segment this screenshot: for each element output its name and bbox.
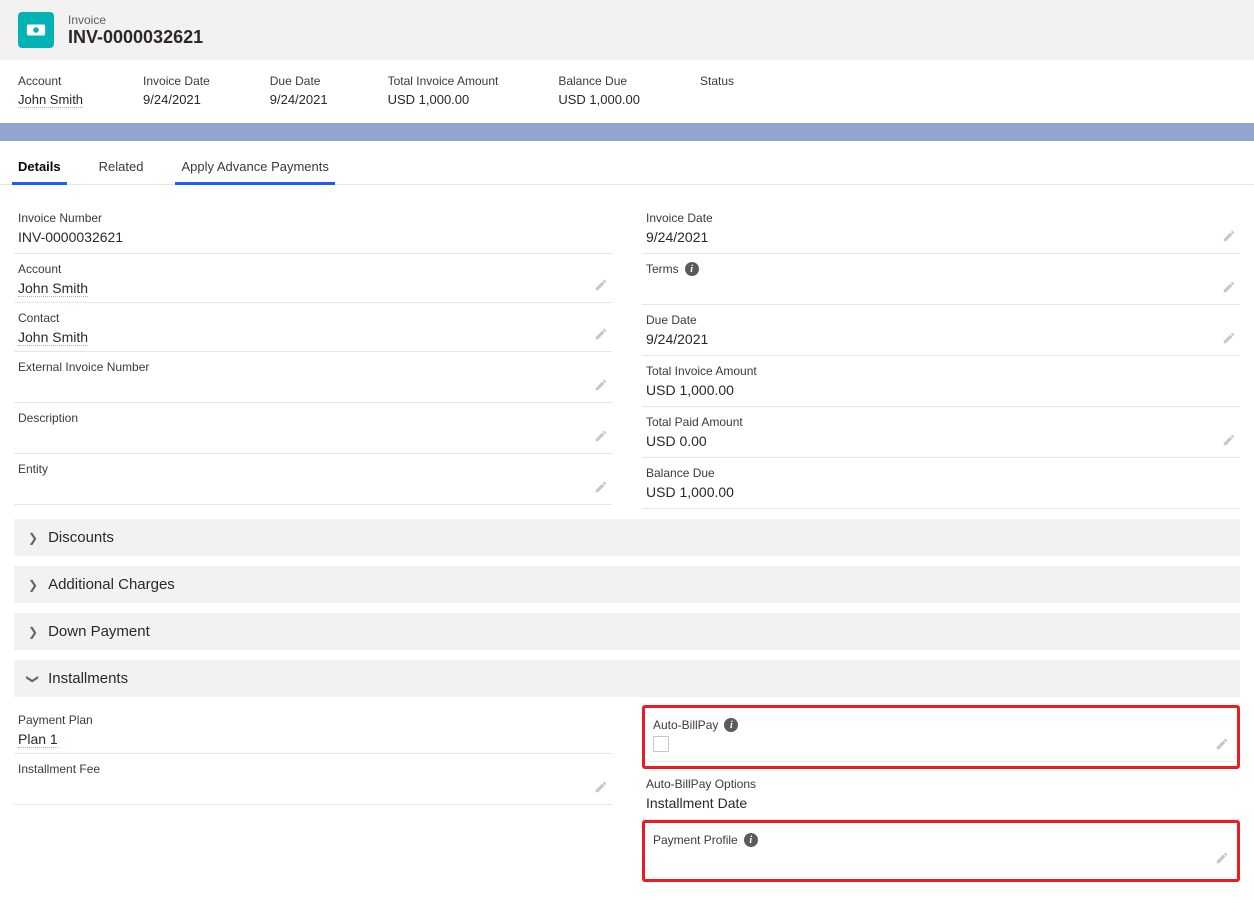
account-label: Account <box>18 74 83 88</box>
external-invoice-label: External Invoice Number <box>18 360 608 374</box>
entity-value <box>18 480 608 498</box>
pencil-icon[interactable] <box>594 327 608 343</box>
pencil-icon[interactable] <box>1215 851 1229 867</box>
payment-plan-link[interactable]: Plan 1 <box>18 731 58 748</box>
pencil-icon[interactable] <box>1222 280 1236 296</box>
due-date-label: Due Date <box>270 74 328 88</box>
payment-profile-value <box>653 851 1229 869</box>
pencil-icon[interactable] <box>594 378 608 394</box>
total-paid-value: USD 0.00 <box>646 433 1236 451</box>
info-icon[interactable]: i <box>724 718 738 732</box>
tab-apply-advance-payments[interactable]: Apply Advance Payments <box>181 159 328 184</box>
payment-plan-label: Payment Plan <box>18 713 608 727</box>
total-value: USD 1,000.00 <box>388 92 499 107</box>
balance-label: Balance Due <box>558 74 640 88</box>
pencil-icon[interactable] <box>594 780 608 796</box>
auto-billpay-label: Auto-BillPay i <box>653 718 1229 732</box>
payment-profile-label: Payment Profile i <box>653 833 1229 847</box>
due-date-field-label: Due Date <box>646 313 1236 327</box>
section-down-payment[interactable]: ❯ Down Payment <box>14 613 1240 650</box>
details-right-column: Invoice Date 9/24/2021 Terms i Due Date … <box>642 203 1240 509</box>
installments-right: Auto-BillPay i Auto-BillPay Options Inst… <box>642 705 1240 882</box>
account-link[interactable]: John Smith <box>18 92 83 108</box>
entity-label: Entity <box>18 462 608 476</box>
terms-label: Terms i <box>646 262 1236 276</box>
pencil-icon[interactable] <box>594 278 608 294</box>
installment-fee-label: Installment Fee <box>18 762 608 776</box>
description-label: Description <box>18 411 608 425</box>
record-title: INV-0000032621 <box>68 27 203 48</box>
description-value <box>18 429 608 447</box>
record-type: Invoice <box>68 13 203 27</box>
chevron-right-icon: ❯ <box>28 578 38 592</box>
details-left-column: Invoice Number INV-0000032621 Account Jo… <box>14 203 612 509</box>
total-label: Total Invoice Amount <box>388 74 499 88</box>
total-paid-label: Total Paid Amount <box>646 415 1236 429</box>
payment-profile-highlight: Payment Profile i <box>642 820 1240 882</box>
auto-billpay-options-label: Auto-BillPay Options <box>646 777 1236 791</box>
tab-details[interactable]: Details <box>18 159 61 184</box>
record-header: Invoice INV-0000032621 <box>0 0 1254 60</box>
tab-related[interactable]: Related <box>99 159 144 184</box>
section-discounts[interactable]: ❯ Discounts <box>14 519 1240 556</box>
invoice-number-label: Invoice Number <box>18 211 608 225</box>
pencil-icon[interactable] <box>1222 229 1236 245</box>
auto-billpay-options-value: Installment Date <box>646 795 1236 813</box>
pencil-icon[interactable] <box>1215 737 1229 753</box>
installments-left: Payment Plan Plan 1 Installment Fee <box>14 705 612 882</box>
due-date-field-value: 9/24/2021 <box>646 331 1236 349</box>
terms-value <box>646 280 1236 298</box>
invoice-date-field-label: Invoice Date <box>646 211 1236 225</box>
account-field-label: Account <box>18 262 608 276</box>
contact-label: Contact <box>18 311 608 325</box>
total-invoice-label: Total Invoice Amount <box>646 364 1236 378</box>
total-invoice-value: USD 1,000.00 <box>646 382 1236 400</box>
contact-link[interactable]: John Smith <box>18 329 88 346</box>
chevron-right-icon: ❯ <box>28 625 38 639</box>
pencil-icon[interactable] <box>594 480 608 496</box>
balance-value: USD 1,000.00 <box>558 92 640 107</box>
pencil-icon[interactable] <box>1222 433 1236 449</box>
due-date-value: 9/24/2021 <box>270 92 328 107</box>
balance-due-field-label: Balance Due <box>646 466 1236 480</box>
installment-fee-value <box>18 780 608 798</box>
section-installments[interactable]: ❯ Installments <box>14 660 1240 697</box>
invoice-icon <box>18 12 54 48</box>
highlights-bar: Account John Smith Invoice Date 9/24/202… <box>0 60 1254 123</box>
auto-billpay-checkbox[interactable] <box>653 736 669 752</box>
chevron-down-icon: ❯ <box>26 673 40 683</box>
balance-due-field-value: USD 1,000.00 <box>646 484 1236 502</box>
section-additional-charges[interactable]: ❯ Additional Charges <box>14 566 1240 603</box>
info-icon[interactable]: i <box>744 833 758 847</box>
invoice-date-value: 9/24/2021 <box>143 92 210 107</box>
divider-band <box>0 123 1254 141</box>
status-label: Status <box>700 74 734 88</box>
tabs: Details Related Apply Advance Payments <box>0 141 1254 185</box>
invoice-date-label: Invoice Date <box>143 74 210 88</box>
pencil-icon[interactable] <box>1222 331 1236 347</box>
invoice-number-value: INV-0000032621 <box>18 229 608 247</box>
invoice-date-field-value: 9/24/2021 <box>646 229 1236 247</box>
info-icon[interactable]: i <box>685 262 699 276</box>
pencil-icon[interactable] <box>594 429 608 445</box>
account-field-link[interactable]: John Smith <box>18 280 88 297</box>
chevron-right-icon: ❯ <box>28 531 38 545</box>
external-invoice-value <box>18 378 608 396</box>
auto-billpay-highlight: Auto-BillPay i <box>642 705 1240 769</box>
